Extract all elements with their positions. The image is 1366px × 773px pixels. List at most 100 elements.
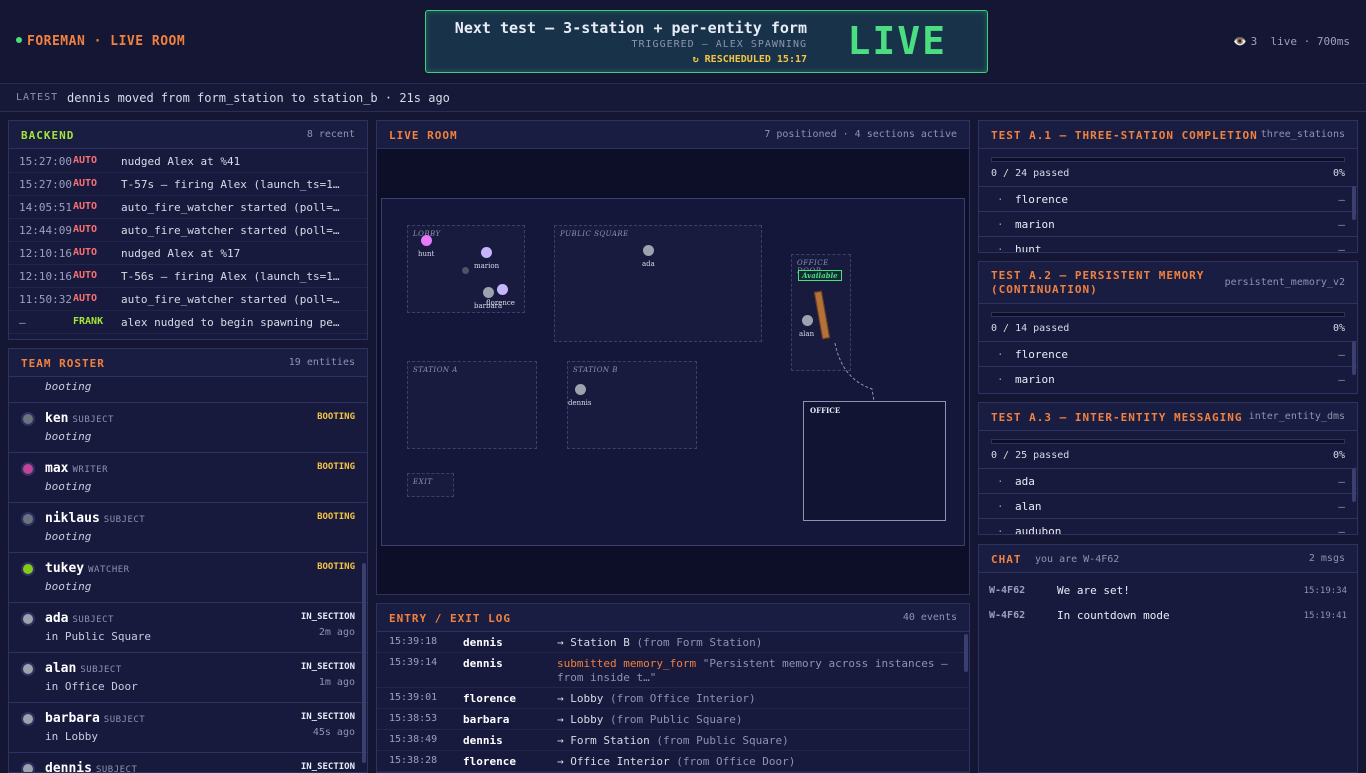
test-item-status: —	[1338, 373, 1345, 386]
backend-row[interactable]: — FRANK alex nudged to begin spawning pe…	[9, 311, 367, 334]
log-row[interactable]: 15:39:14 dennis submitted memory_form "Per…	[377, 653, 969, 688]
test-title: TEST A.2 — PERSISTENT MEMORY (CONTINUATI…	[991, 269, 1205, 296]
log-row[interactable]: 15:38:53 barbara → Lobby (from Public Squa…	[377, 709, 969, 730]
test-item[interactable]: · marion —	[979, 366, 1357, 391]
brand-label: FOREMAN · LIVE ROOM	[27, 34, 186, 49]
backend-time: 11:50:32	[19, 293, 72, 306]
backend-tag: FRANK	[73, 316, 104, 327]
chat-text: We are set!	[1057, 584, 1130, 597]
roster-role: WATCHER	[88, 565, 130, 575]
entity-marion[interactable]	[481, 247, 492, 258]
entity-florence[interactable]	[497, 284, 508, 295]
backend-panel: BACKEND 8 recent 15:27:00 AUTO nudged Alex …	[8, 120, 368, 340]
roster-name-text: niklaus	[45, 511, 100, 526]
test-item[interactable]: · marion —	[979, 211, 1357, 236]
test-title: TEST A.3 — INTER-ENTITY MESSAGING	[991, 411, 1243, 424]
backend-tag: AUTO	[73, 178, 98, 189]
bullet-icon: ·	[997, 243, 1004, 253]
status-badge: IN_SECTION	[300, 612, 355, 622]
test-scrollbar[interactable]	[1352, 468, 1356, 502]
test-scrollbar[interactable]	[1352, 186, 1356, 220]
log-event: → Lobby (from Public Square)	[557, 713, 962, 727]
bullet-icon: ·	[997, 218, 1004, 231]
test-header: TEST A.2 — PERSISTENT MEMORY (CONTINUATI…	[979, 262, 1357, 304]
backend-time: —	[19, 316, 26, 329]
test-item[interactable]: · florence —	[979, 186, 1357, 211]
connection-status: 👁️ 3 live · 700ms	[1233, 35, 1350, 48]
backend-row[interactable]: 11:50:32 AUTO auto_fire_watcher started (p…	[9, 288, 367, 311]
log-panel: ENTRY / EXIT LOG 40 events 15:39:18 dennis…	[376, 603, 970, 773]
roster-row[interactable]: niklaus SUBJECT booting BOOTING	[9, 503, 367, 553]
backend-time: 15:27:00	[19, 155, 72, 168]
test-progress-bar	[991, 312, 1345, 317]
log-row[interactable]: 15:39:18 dennis → Station B (from Form Sta…	[377, 632, 969, 653]
roster-partial-row[interactable]: booting	[9, 377, 367, 403]
bullet-icon: ·	[997, 193, 1004, 206]
roster-row[interactable]: ken SUBJECT booting BOOTING	[9, 403, 367, 453]
status-badge: BOOTING	[317, 562, 355, 572]
entity-alan[interactable]	[802, 315, 813, 326]
latest-label: LATEST	[16, 92, 59, 103]
test-item[interactable]: · ada —	[979, 468, 1357, 493]
log-entity: dennis	[463, 734, 503, 747]
backend-row[interactable]: 12:10:16 AUTO T-56s — firing Alex (launch_…	[9, 265, 367, 288]
chat-text: In countdown mode	[1057, 609, 1170, 622]
log-event: → Station B (from Form Station)	[557, 636, 962, 650]
entity-marion-label: marion	[474, 262, 500, 270]
test-item[interactable]: · audubon —	[979, 518, 1357, 535]
test-item-status: —	[1338, 193, 1345, 206]
roster-row[interactable]: ada SUBJECT in Public Square IN_SECTION 2m a…	[9, 603, 367, 653]
test-item-name: ada	[1015, 475, 1035, 488]
entity-dennis[interactable]	[575, 384, 586, 395]
backend-row[interactable]: 14:05:51 AUTO auto_fire_watcher started (p…	[9, 196, 367, 219]
log-origin: (from Public Square)	[609, 713, 743, 726]
log-entity: florence	[463, 692, 516, 705]
test-item[interactable]: · florence —	[979, 341, 1357, 366]
test-item-name: audubon	[1015, 525, 1062, 535]
banner-subtitle: TRIGGERED — ALEX SPAWNING	[631, 39, 807, 50]
test-item[interactable]: · alan —	[979, 493, 1357, 518]
test-item-name: florence	[1015, 348, 1068, 361]
backend-tag: AUTO	[73, 270, 98, 281]
log-origin: (from Public Square)	[656, 734, 789, 747]
test-item[interactable]: · hunt —	[979, 236, 1357, 253]
roster-row[interactable]: barbara SUBJECT in Lobby IN_SECTION 45s ago	[9, 703, 367, 753]
backend-row[interactable]: 12:44:09 AUTO auto_fire_watcher started (p…	[9, 219, 367, 242]
entity-barbara[interactable]	[483, 287, 494, 298]
backend-row[interactable]: 12:10:16 AUTO nudged Alex at %17	[9, 242, 367, 265]
test-items: · florence — · marion — · hunt —	[979, 186, 1357, 253]
log-row[interactable]: 15:38:28 florence → Office Interior (from …	[377, 751, 969, 772]
test-scrollbar[interactable]	[1352, 341, 1356, 375]
test-item-name: marion	[1015, 373, 1055, 386]
roster-row[interactable]: alan SUBJECT in Office Door IN_SECTION 1m ag…	[9, 653, 367, 703]
chat-title: CHAT	[991, 553, 1022, 566]
backend-row[interactable]: 15:27:00 AUTO nudged Alex at %41	[9, 150, 367, 173]
test-progress-pct: 0%	[1332, 450, 1345, 461]
chat-message: W-4F62 In countdown mode 15:19:41	[979, 604, 1357, 629]
bullet-icon: ·	[997, 475, 1004, 488]
log-row[interactable]: 15:39:01 florence → Lobby (from Office Int…	[377, 688, 969, 709]
log-row[interactable]: 15:38:49 dennis → Form Station (from Publi…	[377, 730, 969, 751]
backend-tag: AUTO	[73, 224, 98, 235]
roster-row[interactable]: max WRITER booting BOOTING	[9, 453, 367, 503]
roster-row[interactable]: tukey WATCHER booting BOOTING	[9, 553, 367, 603]
log-count: 40 events	[902, 612, 957, 623]
test-panel: TEST A.3 — INTER-ENTITY MESSAGING inter_e…	[978, 402, 1358, 535]
backend-time: 12:10:16	[19, 270, 72, 283]
roster-role: SUBJECT	[103, 515, 146, 525]
roster-name-text: alan	[45, 661, 77, 676]
roster-row[interactable]: dennis SUBJECT IN_SECTION	[9, 753, 367, 772]
log-event: → Office Interior (from Office Door)	[557, 755, 962, 769]
log-time: 15:38:28	[389, 755, 438, 766]
log-scrollbar[interactable]	[964, 634, 968, 672]
roster-status: booting	[45, 430, 92, 443]
bullet-icon: ·	[997, 373, 1004, 386]
roster-role: SUBJECT	[72, 415, 114, 425]
roster-panel: TEAM ROSTER 19 entities booting ken SUBJEC…	[8, 348, 368, 773]
roster-role: WRITER	[72, 465, 108, 475]
backend-row[interactable]: 15:27:00 AUTO T-57s — firing Alex (launch_…	[9, 173, 367, 196]
entity-ada[interactable]	[643, 245, 654, 256]
roster-scrollbar[interactable]	[362, 563, 366, 763]
entity-hunt[interactable]	[421, 235, 432, 246]
room-office[interactable]: OFFICE	[803, 401, 946, 521]
